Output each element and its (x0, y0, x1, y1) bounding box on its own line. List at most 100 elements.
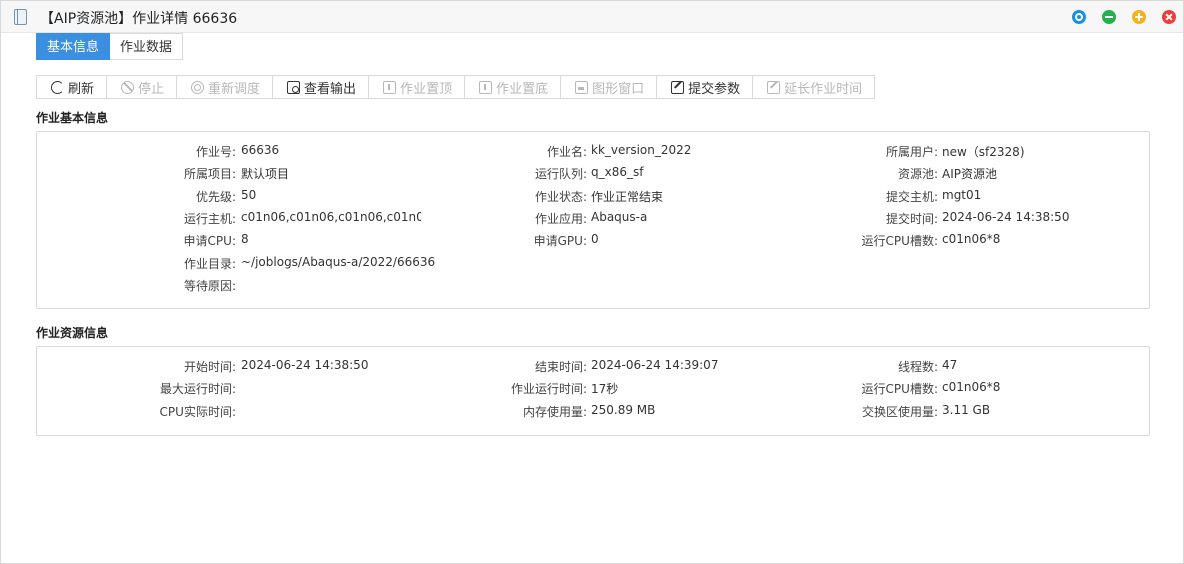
reschedule-label: 重新调度 (208, 81, 261, 97)
field-label: 作业名: (546, 145, 587, 159)
field-label: 内存使用量: (522, 405, 587, 419)
extend-time-label: 延长作业时间 (784, 81, 863, 97)
restore-button[interactable] (1072, 10, 1086, 24)
info-row: 作业目录: ~/joblogs/Abaqus-a/2022/66636 (37, 255, 1149, 273)
field-value: 0 (591, 232, 599, 246)
field-label: 等待原因: (183, 279, 236, 293)
info-row: 优先级: 50 作业状态: 作业正常结束 提交主机: mgt01 (37, 188, 1149, 206)
tab-bar: 基本信息 作业数据 (36, 33, 184, 60)
field-value: 2024-06-24 14:38:50 (241, 358, 369, 372)
maximize-button[interactable] (1132, 10, 1146, 24)
field-label: 作业状态: (534, 190, 587, 204)
refresh-label: 刷新 (68, 81, 95, 97)
field-label: 运行CPU槽数: (861, 382, 938, 396)
field-value: 250.89 MB (591, 403, 656, 417)
reschedule-button[interactable]: 重新调度 (177, 76, 274, 98)
field-label: 交换区使用量: (861, 405, 938, 419)
field-value: 2024-06-24 14:38:50 (942, 210, 1070, 224)
basic-info-title: 作业基本信息 (36, 111, 109, 125)
graphic-window-button[interactable]: 图形窗口 (561, 76, 658, 98)
pin-bottom-button[interactable]: 作业置底 (465, 76, 562, 98)
field-value: 66636 (241, 143, 280, 157)
toolbar: 刷新 停止 重新调度 查看输出 作业置顶 作业置底 图形窗口 提交参数 延长作业… (36, 75, 876, 99)
reschedule-icon (191, 80, 205, 94)
field-label: 优先级: (195, 190, 236, 204)
field-value: 50 (241, 188, 257, 202)
stop-button[interactable]: 停止 (107, 76, 178, 98)
field-value: 3.11 GB (942, 403, 991, 417)
document-icon (14, 8, 27, 25)
field-value: 47 (942, 358, 958, 372)
basic-info-panel: 作业号: 66636 作业名: kk_version_2022 所属用户: ne… (36, 131, 1150, 309)
field-label: 申请CPU: (183, 234, 236, 248)
pin-top-button[interactable]: 作业置顶 (369, 76, 466, 98)
field-label: 作业运行时间: (510, 382, 587, 396)
view-output-label: 查看输出 (304, 81, 357, 97)
field-label: 运行队列: (534, 167, 587, 181)
refresh-icon (51, 80, 64, 94)
info-row: 开始时间: 2024-06-24 14:38:50 结束时间: 2024-06-… (37, 358, 1149, 376)
info-row: 最大运行时间: 作业运行时间: 17秒 运行CPU槽数: c01n06*8 (37, 380, 1149, 398)
pin-top-icon (383, 80, 397, 94)
pin-top-label: 作业置顶 (400, 81, 453, 97)
field-value: c01n06*8 (942, 232, 1001, 246)
info-row: 等待原因: (37, 277, 1149, 295)
job-detail-window: 【AIP资源池】作业详情 66636 基本信息 作业数据 刷新 停止 重新调度 … (0, 0, 1184, 564)
field-label: 作业号: (195, 145, 236, 159)
field-label: 申请GPU: (533, 234, 587, 248)
field-label: 结束时间: (534, 360, 587, 374)
field-label: 所属用户: (885, 145, 938, 159)
info-row: CPU实际时间: 内存使用量: 250.89 MB 交换区使用量: 3.11 G… (37, 403, 1149, 421)
info-row: 所属项目: 默认项目 运行队列: q_x86_sf 资源池: AIP资源池 (37, 165, 1149, 183)
field-value: AIP资源池 (942, 167, 997, 181)
refresh-button[interactable]: 刷新 (37, 76, 108, 98)
pin-bottom-icon (479, 80, 493, 94)
field-value: c01n06*8 (942, 380, 1001, 394)
field-value: 作业正常结束 (591, 190, 664, 204)
close-button[interactable] (1162, 10, 1176, 24)
field-label: 线程数: (897, 360, 938, 374)
field-value: 17秒 (591, 382, 619, 396)
info-row: 申请CPU: 8 申请GPU: 0 运行CPU槽数: c01n06*8 (37, 232, 1149, 250)
stop-icon (121, 80, 135, 94)
field-label: CPU实际时间: (159, 405, 236, 419)
info-row: 作业号: 66636 作业名: kk_version_2022 所属用户: ne… (37, 143, 1149, 161)
submit-params-label: 提交参数 (688, 81, 741, 97)
edit-icon (671, 80, 685, 94)
field-label: 作业目录: (183, 257, 236, 271)
submit-params-button[interactable]: 提交参数 (657, 76, 754, 98)
resource-info-title: 作业资源信息 (36, 326, 109, 340)
field-label: 运行CPU槽数: (861, 234, 938, 248)
stop-label: 停止 (138, 81, 165, 97)
tab-basic-info[interactable]: 基本信息 (36, 33, 111, 60)
pin-bottom-label: 作业置底 (496, 81, 549, 97)
edit-icon (767, 80, 781, 94)
resource-info-panel: 开始时间: 2024-06-24 14:38:50 结束时间: 2024-06-… (36, 346, 1150, 436)
field-label: 作业应用: (534, 212, 587, 226)
field-value: 默认项目 (241, 167, 290, 181)
field-value: 8 (241, 232, 249, 246)
minimize-button[interactable] (1102, 10, 1116, 24)
output-icon (287, 80, 301, 94)
field-value: mgt01 (942, 188, 982, 202)
field-value: q_x86_sf (591, 165, 644, 179)
field-label: 所属项目: (183, 167, 236, 181)
graphic-window-label: 图形窗口 (592, 81, 645, 97)
window-icon (575, 80, 589, 94)
field-value: c01n06,c01n06,c01n06,c01n0... (241, 210, 421, 224)
field-label: 提交时间: (885, 212, 938, 226)
field-value: new（sf2328) (942, 145, 1025, 159)
field-label: 最大运行时间: (159, 382, 236, 396)
view-output-button[interactable]: 查看输出 (273, 76, 370, 98)
window-title: 【AIP资源池】作业详情 66636 (40, 11, 238, 27)
field-value: kk_version_2022 (591, 143, 692, 157)
tab-job-data[interactable]: 作业数据 (110, 33, 184, 60)
field-label: 运行主机: (183, 212, 236, 226)
title-bar[interactable]: 【AIP资源池】作业详情 66636 (1, 1, 1183, 33)
field-label: 提交主机: (885, 190, 938, 204)
extend-time-button[interactable]: 延长作业时间 (753, 76, 875, 98)
field-value: Abaqus-a (591, 210, 648, 224)
field-label: 资源池: (897, 167, 938, 181)
info-row: 运行主机: c01n06,c01n06,c01n06,c01n0... 作业应用… (37, 210, 1149, 228)
field-value: 2024-06-24 14:39:07 (591, 358, 719, 372)
